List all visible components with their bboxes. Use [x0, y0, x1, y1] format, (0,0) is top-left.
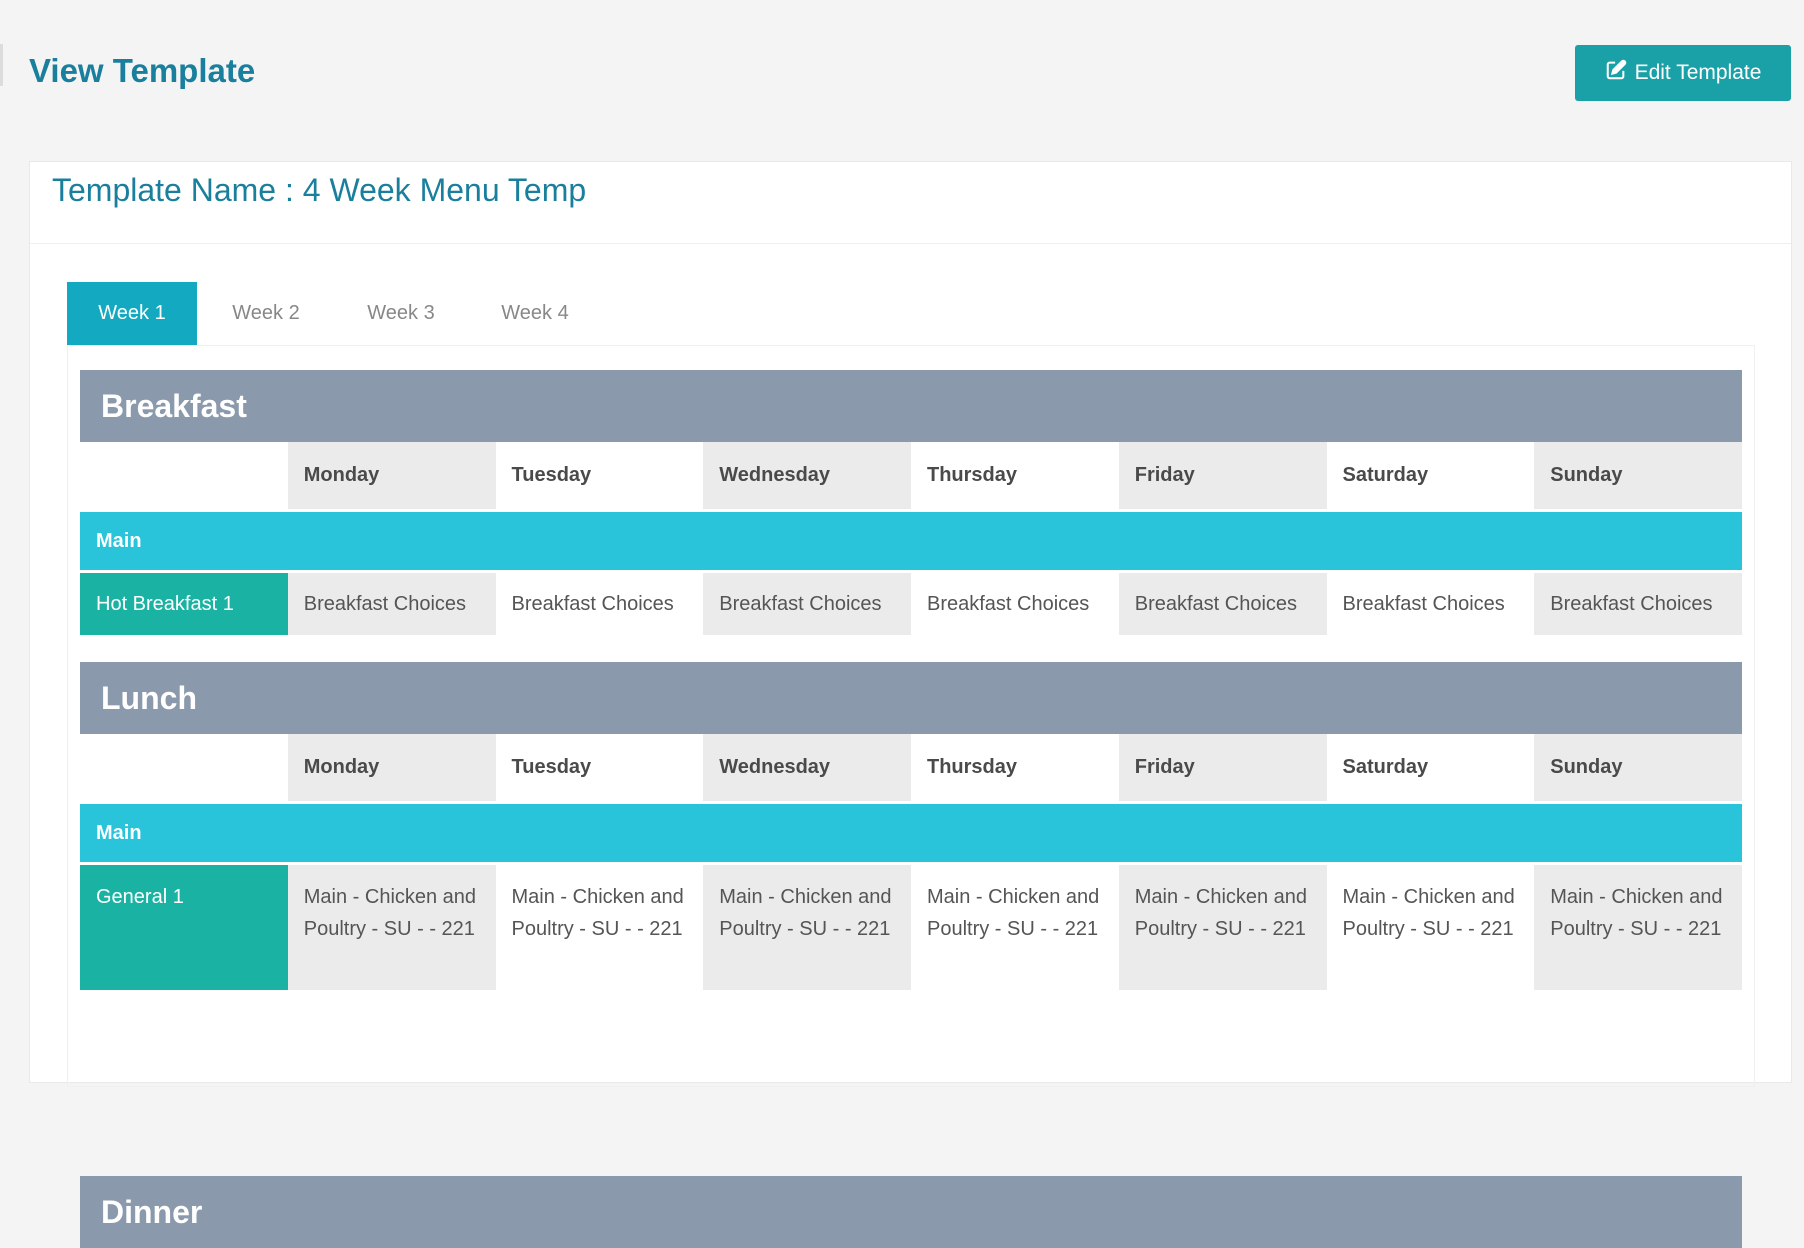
edit-template-label: Edit Template	[1634, 61, 1762, 84]
day-header: Tuesday	[495, 734, 704, 801]
template-name: Template Name : 4 Week Menu Temp	[52, 172, 587, 208]
menu-cell: Breakfast Choices	[1326, 573, 1535, 635]
day-header: Friday	[1118, 442, 1327, 509]
menu-cell: Main - Chicken and Poultry - SU - - 221	[1534, 865, 1742, 990]
day-header-row: Monday Tuesday Wednesday Thursday Friday…	[80, 442, 1742, 509]
menu-cell: Main - Chicken and Poultry - SU - - 221	[495, 865, 704, 990]
tab-week-3[interactable]: Week 3	[335, 282, 467, 345]
item-label: General 1	[80, 865, 288, 990]
empty-corner-cell	[80, 734, 288, 801]
week-1-pane: Breakfast Monday Tuesday Wednesday Thurs…	[67, 345, 1755, 1248]
meal-title: Breakfast	[80, 370, 1742, 442]
menu-cell: Breakfast Choices	[495, 573, 704, 635]
tab-week-1[interactable]: Week 1	[67, 282, 197, 345]
day-header: Sunday	[1534, 442, 1742, 509]
menu-cell: Main - Chicken and Poultry - SU - - 221	[287, 865, 496, 990]
tab-week-4[interactable]: Week 4	[467, 282, 603, 345]
meal-title: Lunch	[80, 662, 1742, 734]
menu-cell: Main - Chicken and Poultry - SU - - 221	[1118, 865, 1327, 990]
day-header: Saturday	[1326, 442, 1535, 509]
menu-cell: Breakfast Choices	[287, 573, 496, 635]
day-header: Thursday	[911, 734, 1119, 801]
menu-cell: Main - Chicken and Poultry - SU - - 221	[703, 865, 911, 990]
table-row: Hot Breakfast 1 Breakfast Choices Breakf…	[80, 573, 1742, 635]
day-header: Saturday	[1326, 734, 1535, 801]
day-header: Friday	[1118, 734, 1327, 801]
day-header: Wednesday	[703, 734, 911, 801]
day-header: Thursday	[911, 442, 1119, 509]
menu-cell: Main - Chicken and Poultry - SU - - 221	[1326, 865, 1535, 990]
day-header: Monday	[287, 442, 496, 509]
day-header: Sunday	[1534, 734, 1742, 801]
item-label: Hot Breakfast 1	[80, 573, 288, 635]
breakfast-section: Breakfast Monday Tuesday Wednesday Thurs…	[80, 370, 1742, 635]
day-header-row: Monday Tuesday Wednesday Thursday Friday…	[80, 734, 1742, 801]
day-header: Monday	[287, 734, 496, 801]
menu-cell: Breakfast Choices	[911, 573, 1119, 635]
day-header: Wednesday	[703, 442, 911, 509]
menu-cell: Main - Chicken and Poultry - SU - - 221	[911, 865, 1119, 990]
page-title: View Template	[29, 52, 256, 89]
edit-template-button[interactable]: Edit Template	[1575, 45, 1791, 101]
menu-cell: Breakfast Choices	[1534, 573, 1742, 635]
section-row: Main	[80, 804, 1742, 862]
dinner-section-title: Dinner	[80, 1176, 1742, 1248]
day-header: Tuesday	[495, 442, 704, 509]
card-header: Template Name : 4 Week Menu Temp	[30, 162, 1791, 244]
menu-cell: Breakfast Choices	[703, 573, 911, 635]
template-card: Template Name : 4 Week Menu Temp Week 1 …	[29, 161, 1792, 1248]
menu-cell: Breakfast Choices	[1118, 573, 1327, 635]
section-row: Main	[80, 512, 1742, 570]
edit-icon	[1605, 59, 1627, 87]
empty-corner-cell	[80, 442, 288, 509]
left-edge-marker	[0, 44, 3, 86]
week-tabs: Week 1 Week 2 Week 3 Week 4	[67, 282, 603, 345]
tab-week-2[interactable]: Week 2	[197, 282, 335, 345]
lunch-section: Lunch Monday Tuesday Wednesday Thursday …	[80, 662, 1742, 990]
table-row: General 1 Main - Chicken and Poultry - S…	[80, 865, 1742, 990]
